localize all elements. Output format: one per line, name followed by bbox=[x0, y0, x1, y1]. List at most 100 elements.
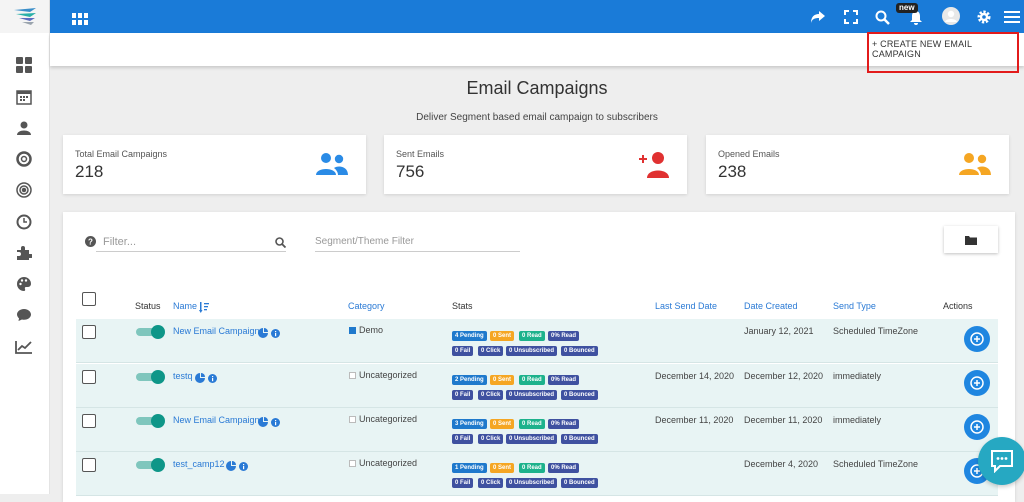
badge-fail: 0 Fail bbox=[452, 478, 474, 488]
add-action-button[interactable] bbox=[964, 326, 990, 352]
gear-icon[interactable] bbox=[976, 8, 992, 26]
category-color-icon bbox=[349, 415, 356, 423]
new-badge: new bbox=[896, 3, 918, 13]
row-checkbox[interactable] bbox=[82, 458, 96, 472]
header-stats: Stats bbox=[452, 301, 473, 311]
badge-read: 0 Read bbox=[519, 331, 545, 341]
date-created: December 4, 2020 bbox=[744, 459, 819, 469]
badge-read-pct: 0% Read bbox=[548, 419, 580, 429]
badge-pending: 2 Pending bbox=[452, 375, 487, 385]
campaign-name-link[interactable]: New Email Campaign bbox=[173, 326, 260, 336]
dashboard-icon[interactable] bbox=[15, 56, 33, 74]
row-checkbox[interactable] bbox=[82, 325, 96, 339]
share-icon[interactable] bbox=[810, 8, 826, 26]
clock-icon[interactable] bbox=[15, 213, 33, 231]
stat-value: 756 bbox=[396, 162, 425, 181]
badge-fail: 0 Fail bbox=[452, 390, 474, 400]
palette-icon[interactable] bbox=[15, 275, 33, 293]
pie-chart-icon[interactable] bbox=[258, 325, 268, 343]
add-action-button[interactable] bbox=[964, 370, 990, 396]
stat-label: Total Email Campaigns bbox=[75, 149, 168, 159]
sort-icon[interactable] bbox=[199, 300, 209, 318]
badge-pending: 4 Pending bbox=[452, 331, 487, 341]
folder-button[interactable] bbox=[944, 226, 998, 253]
badge-click: 0 Click bbox=[478, 390, 504, 400]
badge-pending: 1 Pending bbox=[452, 463, 487, 473]
badge-unsubscribed: 0 Unsubscribed bbox=[506, 434, 558, 444]
stat-card-total: Total Email Campaigns 218 bbox=[63, 135, 366, 194]
stat-value: 218 bbox=[75, 162, 104, 181]
live-chat-button[interactable] bbox=[978, 437, 1024, 485]
apps-grid-icon[interactable] bbox=[72, 10, 88, 28]
badge-fail: 0 Fail bbox=[452, 346, 474, 356]
line-chart-icon[interactable] bbox=[15, 338, 33, 356]
badge-read: 0 Read bbox=[519, 463, 545, 473]
badge-sent: 0 Sent bbox=[490, 331, 515, 341]
user-icon[interactable] bbox=[15, 119, 33, 137]
header-category[interactable]: Category bbox=[348, 301, 385, 311]
logo-icon bbox=[14, 8, 36, 25]
row-checkbox[interactable] bbox=[82, 414, 96, 428]
help-icon[interactable]: ? bbox=[85, 234, 96, 252]
pie-chart-icon[interactable] bbox=[258, 414, 268, 432]
add-action-button[interactable] bbox=[964, 414, 990, 440]
send-type: Scheduled TimeZone bbox=[833, 459, 919, 469]
plus-circle-icon bbox=[970, 332, 984, 346]
info-icon[interactable] bbox=[271, 414, 280, 432]
pie-chart-icon[interactable] bbox=[195, 370, 205, 388]
badge-unsubscribed: 0 Unsubscribed bbox=[506, 390, 558, 400]
category-label: Uncategorized bbox=[349, 458, 417, 468]
support-lifebuoy-icon[interactable] bbox=[15, 150, 33, 168]
users-icon bbox=[959, 151, 991, 182]
puzzle-icon[interactable] bbox=[15, 244, 33, 262]
last-send-date: December 14, 2020 bbox=[655, 371, 735, 381]
header-actions: Actions bbox=[943, 301, 973, 311]
select-all-checkbox[interactable] bbox=[82, 292, 96, 306]
search-icon[interactable] bbox=[875, 8, 890, 26]
avatar[interactable] bbox=[942, 7, 960, 25]
badge-read-pct: 0% Read bbox=[548, 331, 580, 341]
send-type: Scheduled TimeZone bbox=[833, 326, 919, 336]
info-icon[interactable] bbox=[208, 370, 217, 388]
badge-click: 0 Click bbox=[478, 434, 504, 444]
calendar-icon[interactable] bbox=[15, 88, 33, 106]
send-type: immediately bbox=[833, 415, 882, 425]
badge-read-pct: 0% Read bbox=[548, 375, 580, 385]
pie-chart-icon[interactable] bbox=[226, 458, 236, 476]
target-icon[interactable] bbox=[15, 181, 33, 199]
sidebar bbox=[0, 33, 50, 494]
status-toggle[interactable] bbox=[136, 458, 165, 472]
badge-bounced: 0 Bounced bbox=[561, 478, 598, 488]
info-icon[interactable] bbox=[239, 458, 248, 476]
segment-filter-input[interactable]: Segment/Theme Filter bbox=[315, 233, 520, 252]
campaign-name-link[interactable]: testq bbox=[173, 371, 193, 381]
svg-text:?: ? bbox=[88, 238, 93, 247]
badge-click: 0 Click bbox=[478, 346, 504, 356]
header-send-type[interactable]: Send Type bbox=[833, 301, 876, 311]
date-created: December 12, 2020 bbox=[744, 371, 824, 381]
badge-pending: 3 Pending bbox=[452, 419, 487, 429]
campaign-name-link[interactable]: test_camp12 bbox=[173, 459, 225, 469]
header-status: Status bbox=[135, 301, 161, 311]
header-last-send-date[interactable]: Last Send Date bbox=[655, 301, 717, 311]
status-toggle[interactable] bbox=[136, 414, 165, 428]
stat-label: Sent Emails bbox=[396, 149, 445, 159]
badge-sent: 0 Sent bbox=[490, 463, 515, 473]
info-icon[interactable] bbox=[271, 325, 280, 343]
status-toggle[interactable] bbox=[136, 325, 165, 339]
status-toggle[interactable] bbox=[136, 370, 165, 384]
users-icon bbox=[316, 151, 348, 182]
campaign-name-link[interactable]: New Email Campaign bbox=[173, 415, 260, 425]
hamburger-menu-icon[interactable] bbox=[1004, 8, 1020, 26]
fullscreen-icon[interactable] bbox=[844, 8, 858, 26]
header-name[interactable]: Name bbox=[173, 301, 197, 311]
category-color-icon bbox=[349, 326, 356, 334]
row-checkbox[interactable] bbox=[82, 370, 96, 384]
category-color-icon bbox=[349, 459, 356, 467]
filter-input[interactable]: Filter... bbox=[96, 233, 286, 252]
search-icon[interactable] bbox=[275, 235, 287, 253]
app-logo[interactable] bbox=[0, 0, 50, 33]
badge-bounced: 0 Bounced bbox=[561, 346, 598, 356]
header-date-created[interactable]: Date Created bbox=[744, 301, 798, 311]
chat-bubble-icon[interactable] bbox=[15, 306, 33, 324]
